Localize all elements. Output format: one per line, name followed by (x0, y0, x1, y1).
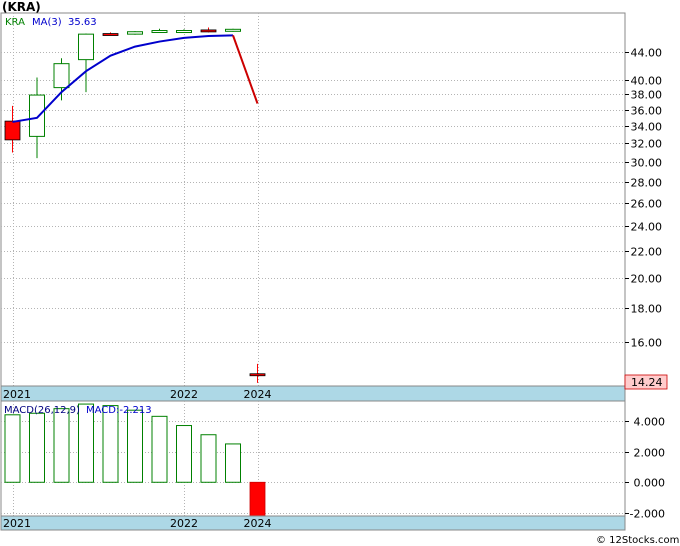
macd-bar-positive (151, 415, 168, 483)
price-x-tick-label: 2024 (244, 388, 272, 401)
price-y-tick-label: 26.00 (631, 198, 663, 211)
candle-body-down (102, 33, 119, 36)
macd-bar-positive (225, 443, 241, 483)
price-legend: KRA MA(3) 35.63 (5, 17, 97, 28)
candle (225, 28, 241, 32)
macd-bar-positive (127, 409, 143, 483)
candle-body-up (53, 63, 70, 89)
macd-y-tick-label: -2.000 (630, 508, 665, 521)
candle-body-down (200, 29, 217, 33)
candle-body-up (29, 94, 45, 137)
candle-body-up (78, 33, 94, 61)
candle-body-up (127, 31, 143, 35)
price-y-tick-label: 20.00 (631, 273, 663, 286)
macd-y-tick-label: 0.000 (634, 477, 666, 490)
macd-y-tick-label: 2.000 (634, 447, 666, 460)
macd-legend: MACD(26,12,9) MACD:-2.213 (4, 405, 152, 416)
legend-symbol: KRA (5, 17, 25, 28)
candle-body-up (225, 28, 241, 32)
price-y-tick-label: 16.00 (631, 337, 663, 350)
last-price-label: 14.24 (631, 376, 663, 389)
last-price-tag: 14.24 (624, 374, 668, 390)
macd-bar-positive (4, 414, 21, 483)
price-y-tick-label: 40.00 (631, 75, 663, 88)
price-y-axis: 44.00 40.0038.00 36.00 34.00 32.00 30.00 28.00… (625, 47, 662, 350)
macd-x-tick-label: 2022 (170, 517, 198, 530)
macd-y-tick-label: 4.000 (634, 416, 666, 429)
price-y-tick-label: 18.00 (631, 303, 663, 316)
price-y-tick-label: 44.00 (631, 47, 663, 60)
chart-title: (KRA) (2, 0, 41, 14)
price-panel: 44.00 40.0038.00 36.00 34.00 32.00 30.00 28.00… (0, 0, 668, 402)
macd-plot-area (0, 400, 626, 517)
price-y-tick-label: 36.00 (631, 105, 663, 118)
watermark: © 12Stocks.com (596, 535, 679, 546)
price-y-tick-label: 38.00 (631, 89, 663, 102)
candle-body-up (176, 30, 192, 34)
macd-bar-positive (53, 408, 70, 483)
macd-panel: 4.000 2.000 0.000 -2.000 2021 2022 2024 MACD(… (0, 400, 665, 531)
legend-ma-label: MA(3) (32, 17, 62, 28)
macd-x-tick-label: 2024 (244, 517, 272, 530)
legend-ma-value: 35.63 (68, 17, 97, 28)
price-x-tick-label: 2021 (3, 388, 31, 401)
candle-body-up (151, 30, 168, 34)
price-y-tick-label: 32.00 (631, 138, 663, 151)
macd-x-tick-label: 2021 (3, 517, 31, 530)
price-y-tick-label: 24.00 (631, 221, 663, 234)
macd-x-axis-band (0, 515, 626, 531)
macd-legend-value: MACD:-2.213 (86, 405, 152, 416)
macd-bar-positive (200, 434, 217, 483)
price-plot-area (0, 12, 626, 387)
price-y-tick-label: 22.00 (631, 246, 663, 259)
candle (127, 31, 143, 35)
price-y-tick-label: 28.00 (631, 177, 663, 190)
candle-body-down (4, 120, 21, 141)
price-x-tick-label: 2022 (170, 388, 198, 401)
macd-bar-negative (249, 481, 266, 517)
price-x-axis-band (0, 385, 626, 402)
macd-bar-positive (29, 412, 45, 483)
macd-y-axis: 4.000 2.000 0.000 -2.000 (625, 416, 665, 521)
stock-chart: 44.00 40.0038.00 36.00 34.00 32.00 30.00 28.00… (0, 0, 679, 546)
macd-legend-label: MACD(26,12,9) (4, 405, 80, 416)
macd-bar-positive (176, 425, 192, 483)
price-y-tick-label: 34.00 (631, 121, 663, 134)
macd-bar-positive (102, 405, 119, 483)
price-y-tick-label: 30.00 (631, 157, 663, 170)
candle-body-down (249, 373, 266, 377)
